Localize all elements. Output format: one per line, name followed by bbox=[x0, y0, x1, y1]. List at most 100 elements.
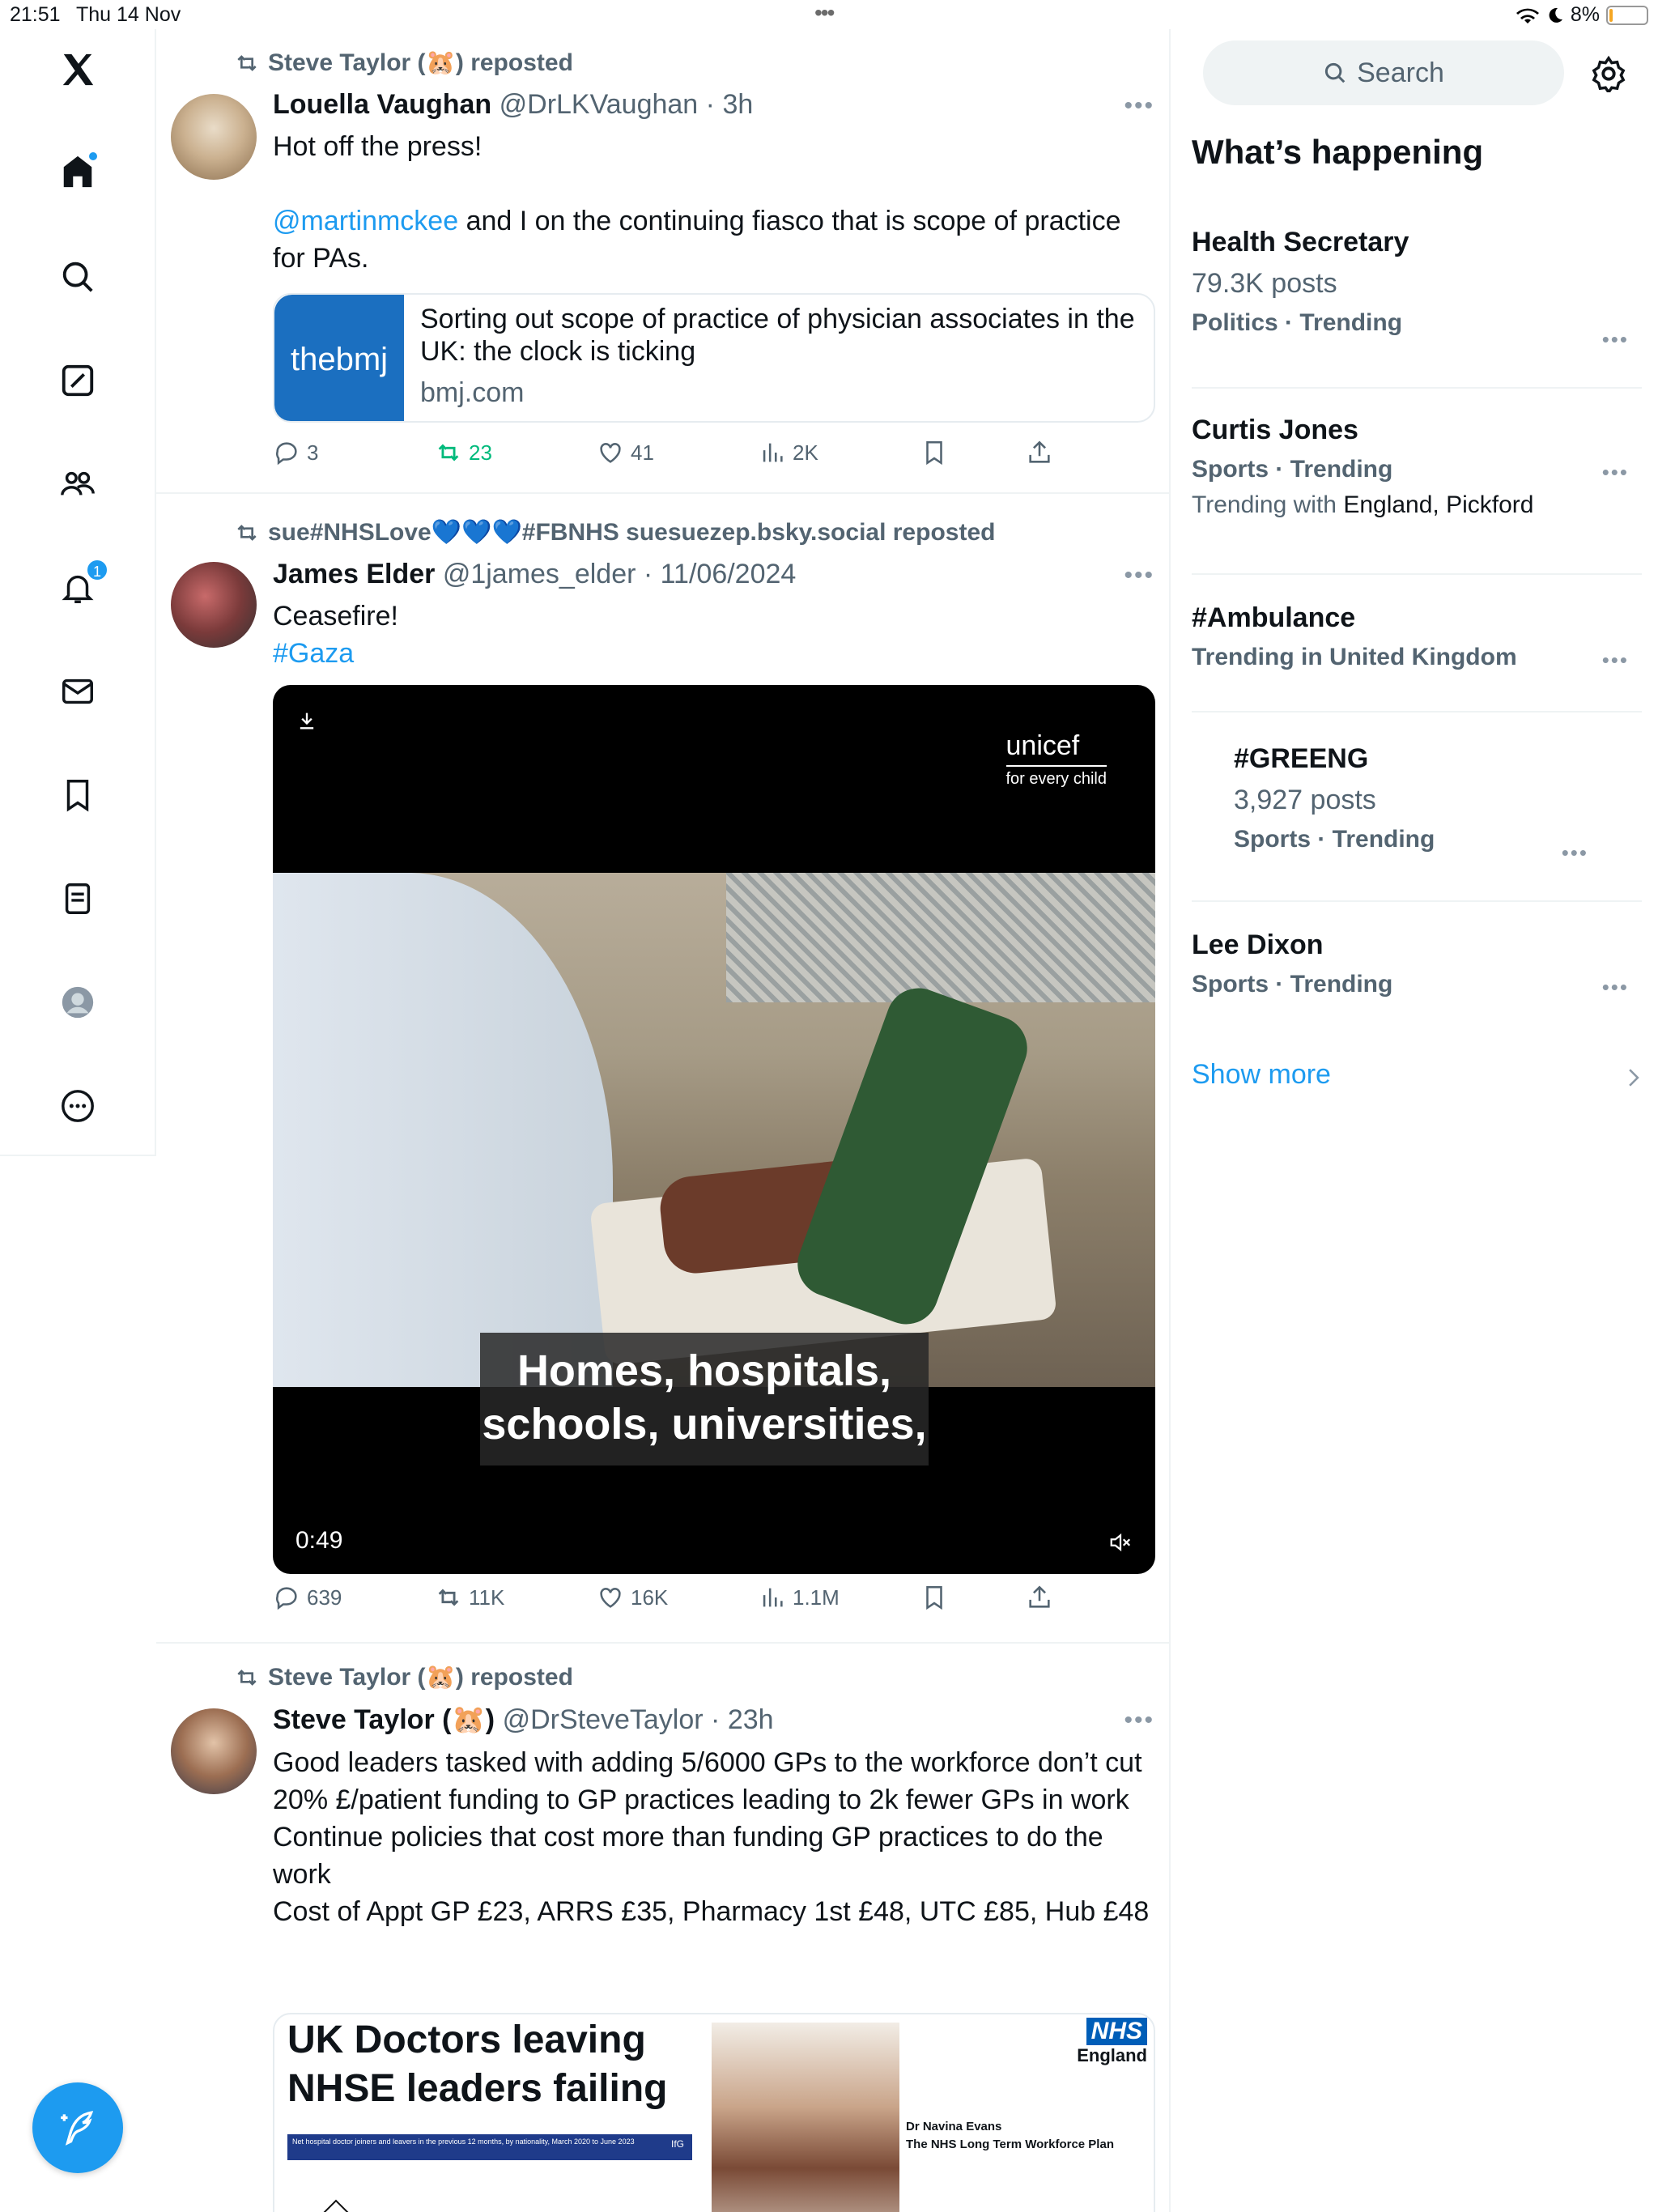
post-time[interactable]: · 11/06/2024 bbox=[644, 559, 796, 589]
trend-context: Trending in United Kingdom bbox=[1192, 644, 1517, 670]
trend-more-icon[interactable]: ••• bbox=[1602, 975, 1629, 1000]
messages-envelope-icon[interactable] bbox=[53, 667, 102, 716]
views-chart-icon bbox=[763, 443, 783, 462]
avatar[interactable] bbox=[171, 94, 257, 180]
share-button[interactable] bbox=[1026, 439, 1053, 466]
post-header: Steve Taylor (🐹) @DrSteveTaylor · 23h bbox=[273, 1704, 774, 1736]
bookmark-button[interactable] bbox=[920, 1584, 948, 1611]
share-button[interactable] bbox=[1026, 1584, 1053, 1611]
bookmark-button[interactable] bbox=[920, 439, 948, 466]
notifications-bell-icon[interactable]: 1 bbox=[53, 559, 108, 612]
repost-count: 23 bbox=[469, 440, 492, 465]
profile-icon[interactable] bbox=[53, 978, 102, 1027]
lists-icon[interactable] bbox=[53, 874, 102, 923]
author-name[interactable]: Steve Taylor (🐹) bbox=[273, 1704, 495, 1735]
author-handle[interactable]: @DrLKVaughan bbox=[500, 89, 699, 120]
avatar[interactable] bbox=[171, 1708, 257, 1794]
post-time[interactable]: · 23h bbox=[711, 1704, 774, 1735]
avatar[interactable] bbox=[171, 562, 257, 648]
trend-with: Trending with England, Pickford bbox=[1192, 491, 1642, 519]
views-button[interactable]: 2K bbox=[759, 439, 818, 466]
trend-more-icon[interactable]: ••• bbox=[1602, 327, 1629, 352]
repost-icon bbox=[237, 524, 257, 541]
post-james-elder[interactable]: sue#NHSLove💙💙💙#FBNHS suesuezep.bsky.soci… bbox=[156, 494, 1169, 1644]
communities-icon[interactable] bbox=[53, 460, 102, 508]
mute-icon[interactable] bbox=[1108, 1530, 1133, 1555]
post-header: Louella Vaughan @DrLKVaughan · 3h bbox=[273, 89, 753, 121]
compose-post-button[interactable] bbox=[32, 2082, 123, 2173]
trend-title: #GREENG bbox=[1234, 743, 1369, 774]
post-more-icon[interactable]: ••• bbox=[1124, 92, 1154, 120]
post-image[interactable]: UK Doctors leaving NHSE leaders failing … bbox=[273, 2013, 1155, 2212]
image-chart-brand: IfG bbox=[670, 2138, 684, 2150]
trend-more-icon[interactable]: ••• bbox=[1602, 460, 1629, 485]
reply-icon bbox=[276, 1587, 297, 1610]
image-headline-line: NHSE leaders failing bbox=[287, 2067, 668, 2110]
view-count: 1.1M bbox=[793, 1585, 840, 1610]
trend-title: Lee Dixon bbox=[1192, 929, 1324, 960]
repost-label: Steve Taylor (🐹) reposted bbox=[268, 1664, 573, 1691]
views-button[interactable]: 1.1M bbox=[759, 1584, 840, 1611]
trend-posts: 79.3K posts bbox=[1192, 268, 1337, 299]
trend-more-icon[interactable]: ••• bbox=[1562, 840, 1588, 866]
search-input[interactable]: Search bbox=[1203, 40, 1564, 105]
mention-link[interactable]: @martinmckee bbox=[273, 206, 458, 236]
repost-button[interactable]: 23 bbox=[435, 439, 492, 466]
repost-indicator: Steve Taylor (🐹) reposted bbox=[234, 1663, 573, 1691]
post-text: Good leaders tasked with adding 5/6000 G… bbox=[273, 1744, 1155, 1930]
settings-gear-icon[interactable] bbox=[1590, 55, 1627, 92]
video-player[interactable]: unicef for every child Homes, hospitals,… bbox=[273, 685, 1155, 1574]
multitask-dots-icon[interactable]: ••• bbox=[814, 0, 835, 26]
show-more-link[interactable]: Show more bbox=[1192, 1059, 1331, 1091]
home-icon[interactable] bbox=[53, 147, 102, 196]
trend-item[interactable]: Health Secretary 79.3K posts Politics · … bbox=[1192, 227, 1642, 389]
x-logo-icon[interactable] bbox=[53, 45, 102, 94]
image-plan-title: The NHS Long Term Workforce Plan bbox=[906, 2138, 1114, 2151]
repost-label: Steve Taylor (🐹) reposted bbox=[268, 49, 573, 76]
repost-icon bbox=[237, 1669, 257, 1686]
image-caption: Dr Navina Evans The NHS Long Term Workfo… bbox=[906, 2118, 1114, 2154]
post-steve-taylor[interactable]: Steve Taylor (🐹) reposted Steve Taylor (… bbox=[156, 1644, 1169, 2212]
portrait-photo bbox=[712, 2023, 899, 2212]
more-circle-icon[interactable] bbox=[53, 1082, 102, 1130]
post-time[interactable]: · 3h bbox=[706, 89, 754, 120]
view-count: 2K bbox=[793, 440, 818, 465]
whats-happening-heading: What’s happening bbox=[1192, 133, 1484, 171]
repost-button[interactable]: 11K bbox=[435, 1584, 504, 1611]
trend-item[interactable]: #GREENG 3,927 posts Sports · Trending ••… bbox=[1192, 743, 1642, 902]
trend-item[interactable]: Lee Dixon Sports · Trending ••• bbox=[1192, 929, 1642, 1019]
author-handle[interactable]: @1james_elder bbox=[443, 559, 636, 589]
like-button[interactable]: 16K bbox=[597, 1584, 668, 1611]
trend-with-label: Trending with bbox=[1192, 491, 1344, 518]
video-frame bbox=[273, 873, 1155, 1387]
repost-icon bbox=[237, 54, 257, 71]
bookmark-icon bbox=[926, 1585, 942, 1610]
home-new-dot bbox=[87, 151, 99, 162]
post-louella-vaughan[interactable]: Steve Taylor (🐹) reposted Louella Vaugha… bbox=[156, 29, 1169, 494]
trend-title: Curtis Jones bbox=[1192, 415, 1358, 445]
reply-button[interactable]: 3 bbox=[273, 439, 318, 466]
post-text-line: Cost of Appt GP £23, ARRS £35, Pharmacy … bbox=[273, 1896, 1150, 1927]
author-name[interactable]: James Elder bbox=[273, 559, 435, 589]
trend-item[interactable]: Curtis Jones Sports · Trending Trending … bbox=[1192, 415, 1642, 575]
repost-icon bbox=[438, 444, 459, 462]
like-button[interactable]: 41 bbox=[597, 439, 654, 466]
grok-icon[interactable] bbox=[53, 356, 102, 405]
post-header: James Elder @1james_elder · 11/06/2024 bbox=[273, 559, 796, 590]
trend-more-icon[interactable]: ••• bbox=[1602, 648, 1629, 673]
hashtag-link[interactable]: #Gaza bbox=[273, 635, 1155, 672]
author-handle[interactable]: @DrSteveTaylor bbox=[503, 1704, 704, 1735]
explore-search-icon[interactable] bbox=[53, 253, 102, 301]
trend-item[interactable]: #Ambulance Trending in United Kingdom ••… bbox=[1192, 602, 1642, 713]
compose-feather-icon bbox=[61, 2111, 94, 2146]
reply-button[interactable]: 639 bbox=[273, 1584, 342, 1611]
author-name[interactable]: Louella Vaughan bbox=[273, 89, 491, 120]
timeline-feed: Steve Taylor (🐹) reposted Louella Vaugha… bbox=[156, 29, 1171, 2212]
link-card[interactable]: thebmj Sorting out scope of practice of … bbox=[273, 293, 1155, 423]
post-more-icon[interactable]: ••• bbox=[1124, 562, 1154, 589]
download-icon[interactable] bbox=[295, 709, 318, 732]
bookmarks-icon[interactable] bbox=[53, 771, 102, 819]
post-more-icon[interactable]: ••• bbox=[1124, 1707, 1154, 1734]
trend-context: Sports · Trending bbox=[1192, 456, 1393, 483]
wifi-icon bbox=[1516, 8, 1539, 23]
